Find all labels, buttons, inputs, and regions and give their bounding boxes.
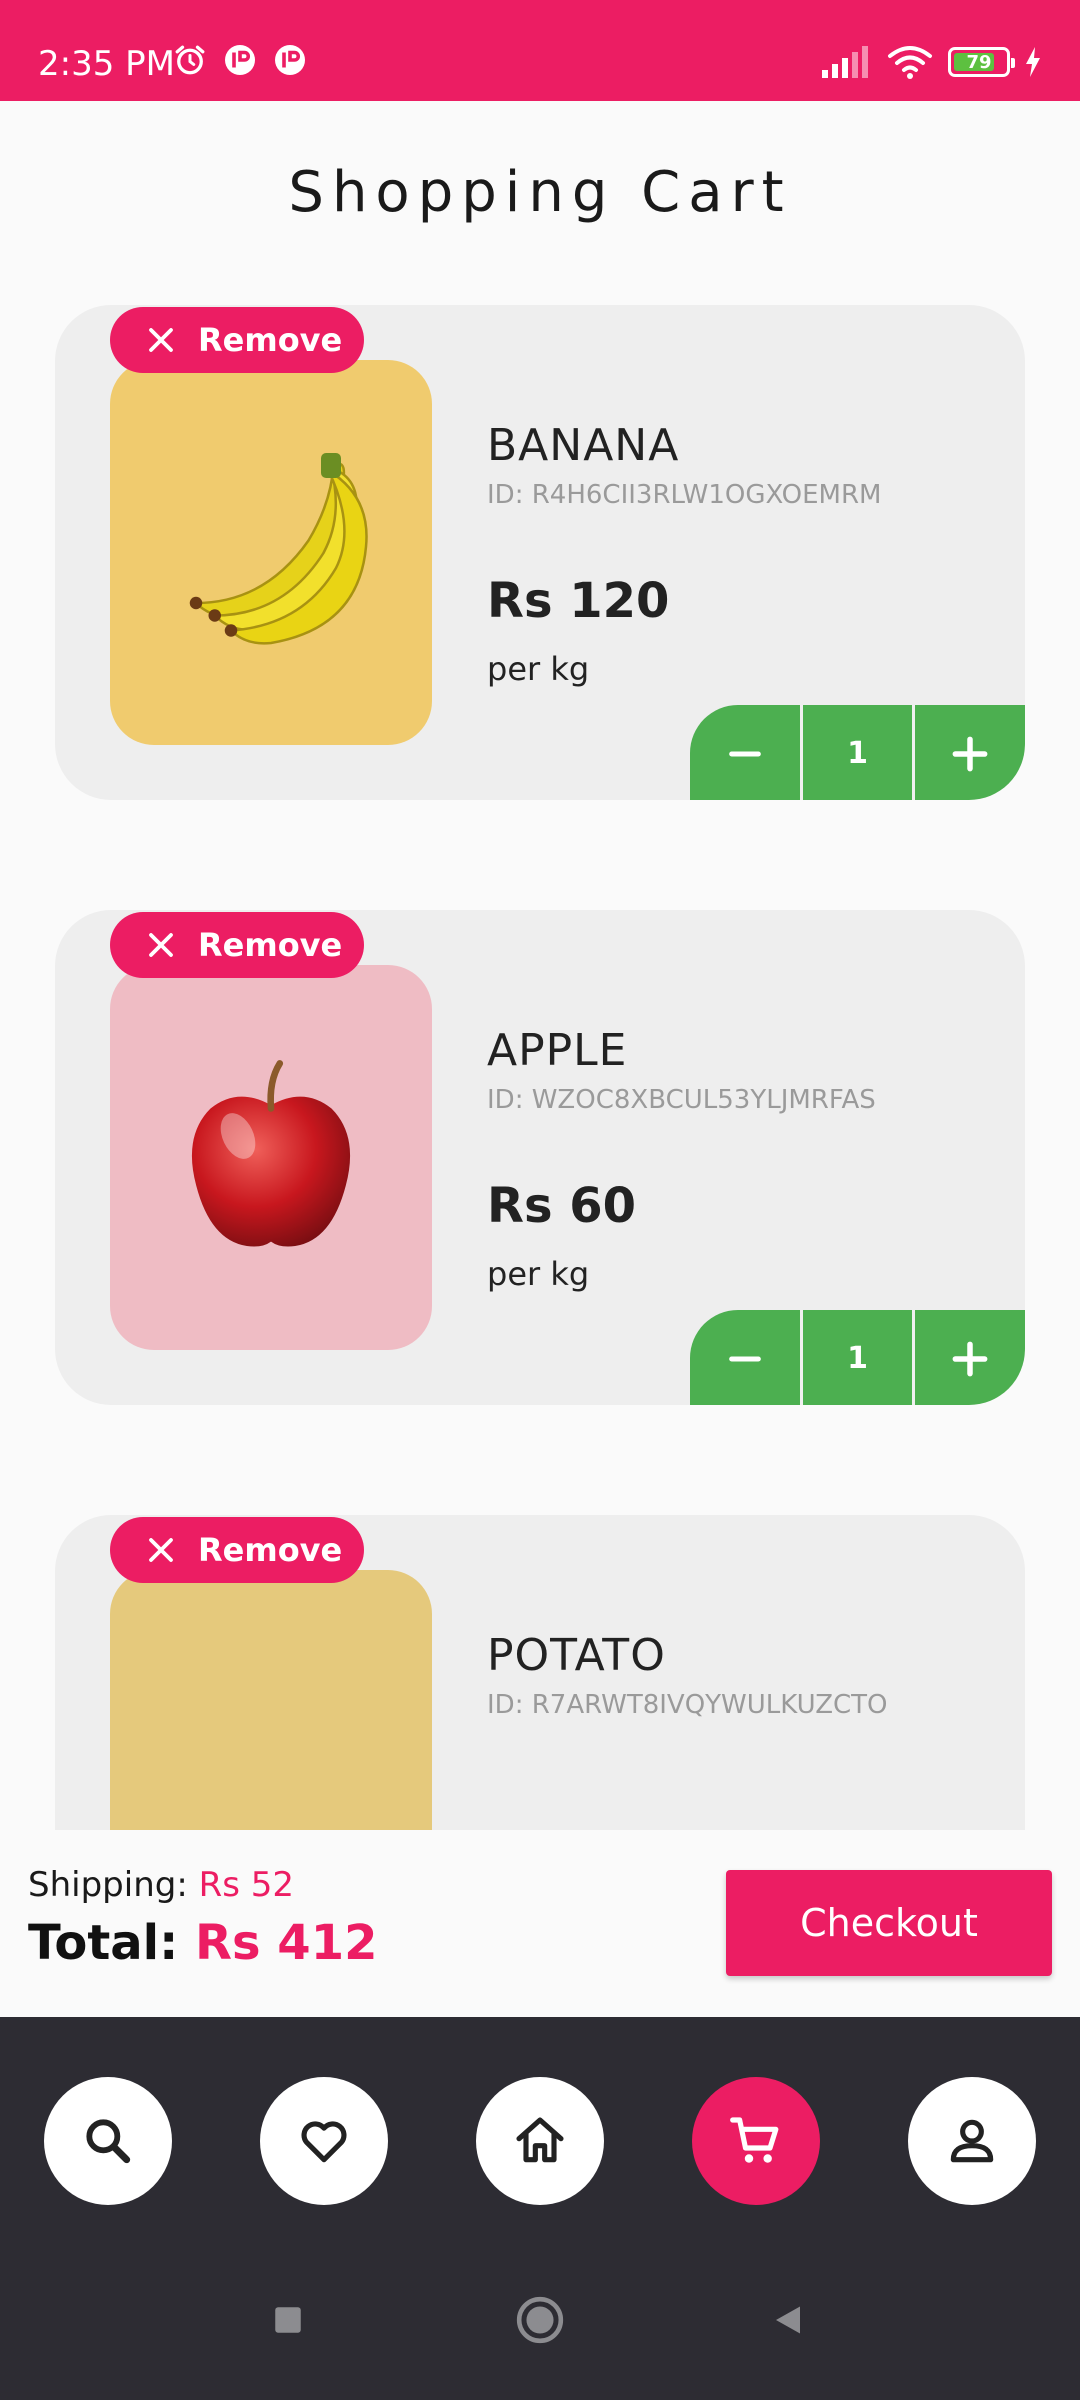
cart-item-apple: Remove APPLE ID: WZOC8XBCUL53YLJMRFAS Rs…: [55, 855, 1025, 1405]
remove-button[interactable]: Remove: [110, 912, 364, 978]
alarm-icon: [175, 45, 205, 75]
system-nav-bar: [0, 2290, 1080, 2380]
shipping-label: Shipping:: [28, 1865, 188, 1905]
remove-button-label: Remove: [198, 926, 343, 964]
plus-icon: [952, 736, 988, 771]
apple-icon: [191, 1059, 351, 1247]
nav-favorites-button[interactable]: [260, 2077, 388, 2205]
close-icon: [149, 933, 173, 957]
increment-button[interactable]: [912, 1310, 1025, 1405]
apple-image: [110, 965, 432, 1350]
remove-button[interactable]: Remove: [110, 307, 364, 373]
home-system-button[interactable]: [510, 2290, 570, 2350]
app-notification-icon: [275, 45, 305, 75]
quantity-display: 1: [799, 705, 913, 800]
remove-button-label: Remove: [198, 321, 343, 359]
status-system-icons: 79: [820, 44, 1042, 80]
circle-icon: [516, 2296, 564, 2344]
quantity-value: 1: [847, 1341, 868, 1376]
item-price: Rs 60: [487, 1178, 637, 1234]
cart-item-potato: Remove POTATO ID: R7ARWT8IVQYWULKUZCTO: [55, 1460, 1025, 1830]
status-notification-icons: [172, 42, 308, 78]
nav-cart-button[interactable]: [692, 2077, 820, 2205]
shipping-value: Rs 52: [198, 1865, 295, 1905]
minus-icon: [728, 751, 761, 756]
square-icon: [275, 2307, 301, 2333]
item-name: POTATO: [487, 1630, 666, 1681]
potato-image: [110, 1570, 432, 1830]
cart-list[interactable]: Remove BANANA ID: R4H6CII3RLW1OGXOEMRM R…: [0, 250, 1080, 1830]
back-button[interactable]: [758, 2290, 818, 2350]
search-icon: [86, 2119, 131, 2164]
remove-button-label: Remove: [198, 1531, 343, 1569]
nav-profile-button[interactable]: [908, 2077, 1036, 2205]
potato-icon: [161, 1805, 381, 1830]
total-label: Total:: [28, 1915, 179, 1971]
close-icon: [149, 1538, 173, 1562]
order-summary: Shipping: Rs 52 Total: Rs 412 Checkout: [0, 1830, 1080, 2017]
cart-item-banana: Remove BANANA ID: R4H6CII3RLW1OGXOEMRM R…: [55, 250, 1025, 800]
quantity-value: 1: [847, 736, 868, 771]
shipping-row: Shipping: Rs 52: [28, 1865, 294, 1905]
banana-icon: [189, 452, 368, 645]
wifi-icon: [888, 46, 932, 79]
item-id: ID: R7ARWT8IVQYWULKUZCTO: [487, 1690, 888, 1720]
nav-search-button[interactable]: [44, 2077, 172, 2205]
battery-percent: 79: [966, 51, 992, 73]
home-icon: [516, 2117, 564, 2163]
item-unit: per kg: [487, 1255, 590, 1293]
page-title: Shopping Cart: [288, 160, 792, 225]
decrement-button[interactable]: [690, 1310, 800, 1405]
item-name: APPLE: [487, 1025, 628, 1076]
battery-icon: 79: [948, 47, 1015, 77]
decrement-button[interactable]: [690, 705, 800, 800]
item-id: ID: WZOC8XBCUL53YLJMRFAS: [487, 1085, 876, 1115]
banana-image: [110, 360, 432, 745]
profile-icon: [950, 2119, 994, 2163]
increment-button[interactable]: [912, 705, 1025, 800]
quantity-stepper: 1: [690, 1310, 1025, 1405]
item-unit: per kg: [487, 650, 590, 688]
item-id: ID: R4H6CII3RLW1OGXOEMRM: [487, 480, 882, 510]
plus-icon: [952, 1341, 988, 1376]
item-card: APPLE ID: WZOC8XBCUL53YLJMRFAS Rs 60 per…: [55, 910, 1025, 1405]
status-time: 2:35 PM: [38, 44, 175, 84]
signal-icon: [822, 46, 868, 78]
recents-button[interactable]: [258, 2290, 318, 2350]
remove-button[interactable]: Remove: [110, 1517, 364, 1583]
item-price: Rs 120: [487, 573, 670, 629]
heart-icon: [301, 2121, 347, 2163]
quantity-display: 1: [799, 1310, 913, 1405]
back-triangle-icon: [776, 2306, 800, 2334]
quantity-stepper: 1: [690, 705, 1025, 800]
item-name: BANANA: [487, 420, 680, 471]
cart-icon: [730, 2117, 779, 2163]
checkout-button[interactable]: Checkout: [726, 1870, 1052, 1976]
app-notification-icon: [225, 45, 255, 75]
item-card: BANANA ID: R4H6CII3RLW1OGXOEMRM Rs 120 p…: [55, 305, 1025, 800]
status-bar: 2:35 PM 79: [0, 0, 1080, 101]
close-icon: [149, 328, 173, 352]
nav-home-button[interactable]: [476, 2077, 604, 2205]
total-row: Total: Rs 412: [28, 1915, 377, 1971]
total-value: Rs 412: [195, 1915, 378, 1971]
minus-icon: [728, 1356, 761, 1361]
charging-icon: [1026, 47, 1040, 77]
